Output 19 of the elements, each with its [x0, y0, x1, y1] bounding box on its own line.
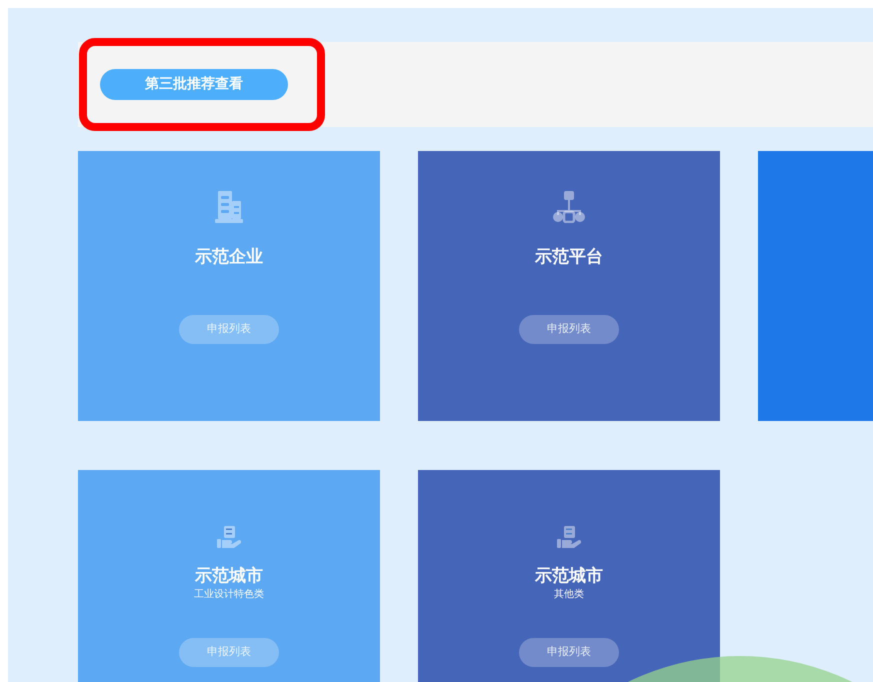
hand-server-icon — [557, 526, 581, 548]
report-list-button[interactable]: 申报列表 — [179, 315, 279, 344]
category-card[interactable]: 示范城市 其他类 申报列表 — [418, 470, 720, 682]
building-icon — [214, 191, 244, 223]
category-card[interactable]: 示范企业 申报列表 — [78, 151, 380, 421]
third-batch-button[interactable]: 第三批推荐查看 — [100, 69, 288, 100]
card-subtitle: 工业设计特色类 — [194, 588, 264, 602]
card-title: 示范城市 — [195, 565, 263, 588]
card-title: 示范平台 — [535, 246, 603, 269]
card-subtitle: 其他类 — [554, 588, 584, 602]
report-list-button[interactable]: 申报列表 — [179, 638, 279, 667]
report-list-button[interactable]: 申报列表 — [519, 638, 619, 667]
hand-server-icon — [217, 526, 241, 548]
card-title: 示范企业 — [195, 246, 263, 269]
category-card[interactable]: 示范平台 申报列表 — [418, 151, 720, 421]
network-icon — [552, 191, 586, 223]
report-list-button[interactable]: 申报列表 — [519, 315, 619, 344]
category-card[interactable]: 示范城市 工业设计特色类 申报列表 — [78, 470, 380, 682]
card-title: 示范城市 — [535, 565, 603, 588]
